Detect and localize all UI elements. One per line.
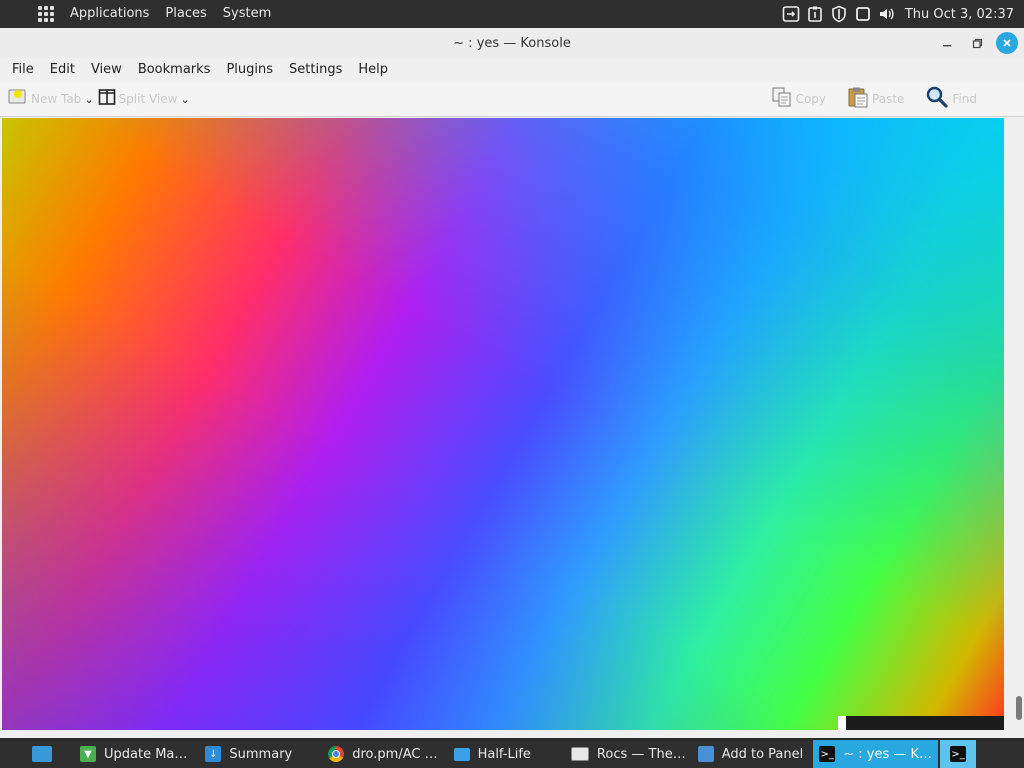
menu-bookmarks[interactable]: Bookmarks <box>130 58 219 82</box>
taskbar-item-label: dro.pm/AC … <box>352 746 438 762</box>
window-titlebar[interactable]: ~ : yes — Konsole <box>0 28 1024 58</box>
split-view-button[interactable]: Split View ⌄ <box>96 85 192 113</box>
copy-button[interactable]: Copy <box>769 85 831 113</box>
window-controls <box>928 32 1018 54</box>
taskbar-item-konsole[interactable]: >_ ~ : yes — K… <box>813 740 939 768</box>
menu-file[interactable]: File <box>4 58 42 82</box>
menu-system[interactable]: System <box>215 0 279 28</box>
menu-view[interactable]: View <box>83 58 130 82</box>
volume-icon[interactable] <box>876 3 898 25</box>
terminal-scrollbar[interactable] <box>1016 696 1022 720</box>
taskbar-item-label: Half-Life <box>477 746 531 762</box>
taskbar-item-rocs[interactable]: Rocs — The… <box>565 740 692 768</box>
panel-menu: Applications Places System <box>0 0 279 28</box>
paste-icon <box>847 86 869 112</box>
window-icon[interactable] <box>852 3 874 25</box>
menubar: File Edit View Bookmarks Plugins Setting… <box>0 58 1024 82</box>
chevron-down-icon[interactable]: ⌄ <box>180 93 189 106</box>
copy-icon <box>771 86 793 112</box>
terminal-side-margin <box>1004 118 1024 730</box>
taskbar-item-half-life[interactable]: Half-Life <box>448 740 537 768</box>
applications-grid-icon[interactable] <box>38 6 54 22</box>
window-title: ~ : yes — Konsole <box>453 35 571 51</box>
clipboard-icon[interactable] <box>804 3 826 25</box>
menu-applications[interactable]: Applications <box>62 0 157 28</box>
taskbar-item-update-manager[interactable]: ▼ Update Ma… <box>74 740 193 768</box>
terminal-cursor <box>838 716 846 730</box>
taskbar-item-label: Rocs — The… <box>596 746 686 762</box>
bottom-taskbar: ▼ Update Ma… ↓ Summary dro.pm/AC … Half-… <box>0 740 1024 768</box>
menu-places[interactable]: Places <box>157 0 214 28</box>
taskbar-item-label: Update Ma… <box>104 746 188 762</box>
taskbar-item-browser[interactable]: dro.pm/AC … <box>322 740 443 768</box>
paste-label: Paste <box>872 92 905 106</box>
screen-rotate-icon[interactable] <box>780 3 802 25</box>
download-icon: ↓ <box>205 746 222 762</box>
minimize-icon[interactable] <box>936 32 958 54</box>
find-button[interactable]: Find <box>923 85 982 113</box>
copy-label: Copy <box>795 92 827 106</box>
maximize-icon[interactable] <box>966 32 988 54</box>
search-icon <box>925 85 949 113</box>
terminal-gradient-overlay-2 <box>2 118 1004 730</box>
taskbar-item-label: Summary <box>229 746 293 762</box>
close-icon[interactable] <box>996 32 1018 54</box>
new-tab-label: New Tab <box>31 92 82 106</box>
terminal-icon: >_ <box>950 746 967 762</box>
update-manager-icon: ▼ <box>80 746 96 762</box>
top-panel: Applications Places System Thu Oct 3, 02… <box>0 0 1024 28</box>
chrome-icon <box>328 746 345 762</box>
taskbar-item-label: ~ : yes — K… <box>843 746 933 762</box>
add-panel-icon <box>697 746 714 762</box>
show-desktop-icon <box>32 746 52 762</box>
menu-help[interactable]: Help <box>350 58 396 82</box>
terminal-prompt-line <box>838 716 1004 730</box>
terminal-icon: >_ <box>819 746 836 762</box>
menu-edit[interactable]: Edit <box>42 58 83 82</box>
folder-icon <box>453 747 470 761</box>
taskbar-item-summary[interactable]: ↓ Summary <box>199 740 298 768</box>
system-tray: Thu Oct 3, 02:37 <box>779 0 1024 28</box>
split-view-label: Split View <box>118 92 178 106</box>
taskbar-item-label: Add to Panel <box>721 746 804 762</box>
chevron-down-icon[interactable]: ⌄ <box>84 93 93 106</box>
toolbar-right: Copy Paste Find <box>755 85 982 113</box>
rocs-icon <box>570 747 589 761</box>
taskbar-item-konsole-2[interactable]: >_ <box>940 740 977 768</box>
toolbar-left: New Tab ⌄ Split View ⌄ <box>6 85 192 113</box>
new-tab-icon <box>8 88 28 110</box>
split-view-icon <box>98 88 116 110</box>
terminal-view[interactable] <box>2 118 1004 730</box>
konsole-window: ~ : yes — Konsole File Edit View Bookmar… <box>0 28 1024 738</box>
menu-settings[interactable]: Settings <box>281 58 350 82</box>
shield-icon[interactable] <box>828 3 850 25</box>
find-label: Find <box>952 92 977 106</box>
new-tab-button[interactable]: New Tab ⌄ <box>6 85 96 113</box>
paste-button[interactable]: Paste <box>845 85 909 113</box>
toolbar: New Tab ⌄ Split View ⌄ Copy Paste Find <box>0 82 1024 117</box>
taskbar-item-add-to-panel[interactable]: Add to Panel <box>692 740 810 768</box>
show-desktop-button[interactable] <box>0 740 66 768</box>
menu-plugins[interactable]: Plugins <box>218 58 281 82</box>
clock[interactable]: Thu Oct 3, 02:37 <box>899 7 1024 22</box>
